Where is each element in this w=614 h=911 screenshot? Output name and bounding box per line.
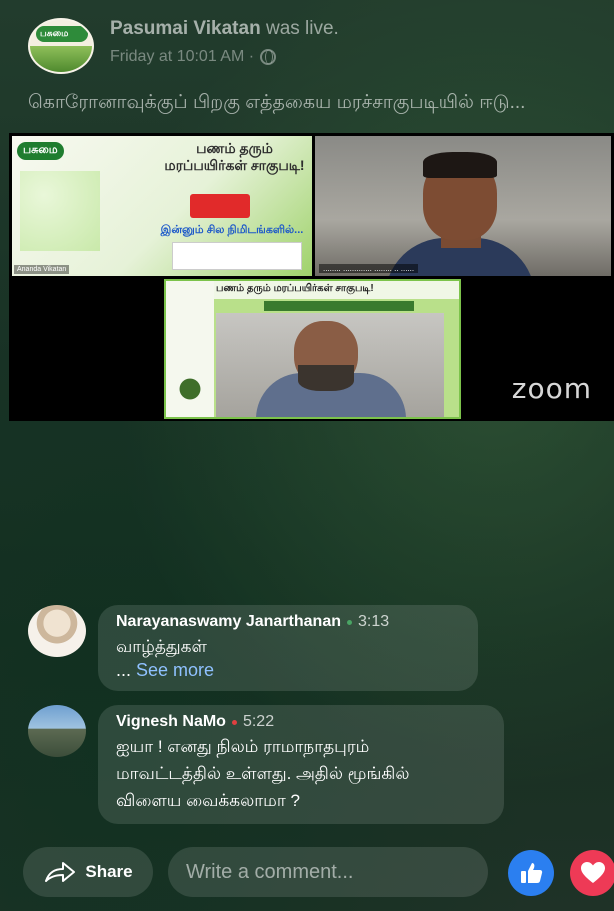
post-header: பசுமை Pasumai Vikatan was live. Friday a… xyxy=(28,14,594,78)
commenter-name[interactable]: Vignesh NaMo xyxy=(116,713,226,731)
commenter-avatar[interactable] xyxy=(28,605,86,657)
avatar-field xyxy=(30,46,92,72)
comment-input[interactable] xyxy=(168,847,488,897)
comment-text: வாழ்த்துகள் xyxy=(116,637,207,656)
video-tile-slide: பசுமை பணம் தரும் மரப்பயிர்கள் சாகுபடி! இ… xyxy=(12,136,312,276)
slide-decoration xyxy=(20,171,100,251)
slide-badge xyxy=(190,194,250,218)
love-button[interactable] xyxy=(570,850,614,896)
see-more-row: ... See more xyxy=(116,660,462,681)
header-title: Pasumai Vikatan was live. xyxy=(110,18,339,40)
commenter-avatar[interactable] xyxy=(28,705,86,757)
slide-watermark: Ananda Vikatan xyxy=(14,265,70,274)
comment-bubble: Narayanaswamy Janarthanan 3:13 வாழ்த்துக… xyxy=(98,605,478,691)
comment-header: Narayanaswamy Janarthanan 3:13 xyxy=(116,613,462,631)
comment-line: விளைய வைக்கலாமா ? xyxy=(116,791,300,810)
presenter-subtitle-bar xyxy=(264,301,414,311)
post-text[interactable]: கொரோனாவுக்குப் பிறகு எத்தகைய மரச்சாகுபடி… xyxy=(28,92,598,116)
share-icon xyxy=(45,862,76,882)
comment-time: 5:22 xyxy=(242,713,275,730)
tree-icon xyxy=(172,371,208,407)
presenter-band-text: பணம் தரும் மரப்பயிர்கள் சாகுபடி! xyxy=(216,283,374,294)
commenter-name[interactable]: Narayanaswamy Janarthanan xyxy=(116,613,341,631)
like-button[interactable] xyxy=(508,850,554,896)
online-dot-icon xyxy=(347,619,352,625)
presenter-beard xyxy=(298,365,354,391)
see-more-prefix: ... xyxy=(116,660,137,680)
slide-heading: பணம் தரும் மரப்பயிர்கள் சாகுபடி! xyxy=(164,140,305,173)
comment-item: Vignesh NaMo 5:22 ஐயா ! எனது நிலம் ராமாந… xyxy=(28,705,504,824)
zoom-logo: zoom xyxy=(511,372,592,405)
page-avatar[interactable]: பசுமை xyxy=(28,18,94,74)
thumbs-up-icon xyxy=(521,863,543,883)
video-tile-speaker: ........ ............. ........ .. .....… xyxy=(315,136,611,276)
share-label: Share xyxy=(85,862,133,881)
avatar-logo-text: பசுமை xyxy=(40,28,69,38)
comment-line: ஐயா ! எனது நிலம் ராமாநாதபுரம் xyxy=(116,737,370,756)
live-status: was live. xyxy=(265,18,339,39)
comment-time: 3:13 xyxy=(358,613,390,630)
slide-soon-text: இன்னும் சில நிமிடங்களில்... xyxy=(160,224,304,236)
globe-icon xyxy=(260,49,277,65)
comment-text: ஐயா ! எனது நிலம் ராமாநாதபுரம் மாவட்டத்தி… xyxy=(116,733,488,814)
heart-icon xyxy=(581,862,605,883)
post-timestamp[interactable]: Friday at 10:01 AM · xyxy=(110,48,254,66)
comment-bubble: Vignesh NaMo 5:22 ஐயா ! எனது நிலம் ராமாந… xyxy=(98,705,504,824)
speaker-nameplate: ........ ............. ........ .. .....… xyxy=(319,264,419,273)
speaker-hair xyxy=(423,152,497,178)
video-player[interactable]: பசுமை பணம் தரும் மரப்பயிர்கள் சாகுபடி! இ… xyxy=(9,133,614,421)
video-tile-presenter: பணம் தரும் மரப்பயிர்கள் சாகுபடி! xyxy=(164,279,461,419)
comment-item: Narayanaswamy Janarthanan 3:13 வாழ்த்துக… xyxy=(28,605,478,691)
share-button[interactable]: Share xyxy=(23,847,153,897)
comment-header: Vignesh NaMo 5:22 xyxy=(116,713,488,731)
slide-speaker-card xyxy=(172,242,302,270)
page-name-link[interactable]: Pasumai Vikatan xyxy=(110,18,261,39)
comment-line: மாவட்டத்தில் உள்ளது. அதில் மூங்கில் xyxy=(116,764,410,783)
slide-brand-logo: பசுமை xyxy=(17,142,64,160)
see-more-link[interactable]: See more xyxy=(136,660,214,680)
status-dot-icon xyxy=(231,719,237,725)
post-meta: Friday at 10:01 AM · xyxy=(110,48,277,66)
